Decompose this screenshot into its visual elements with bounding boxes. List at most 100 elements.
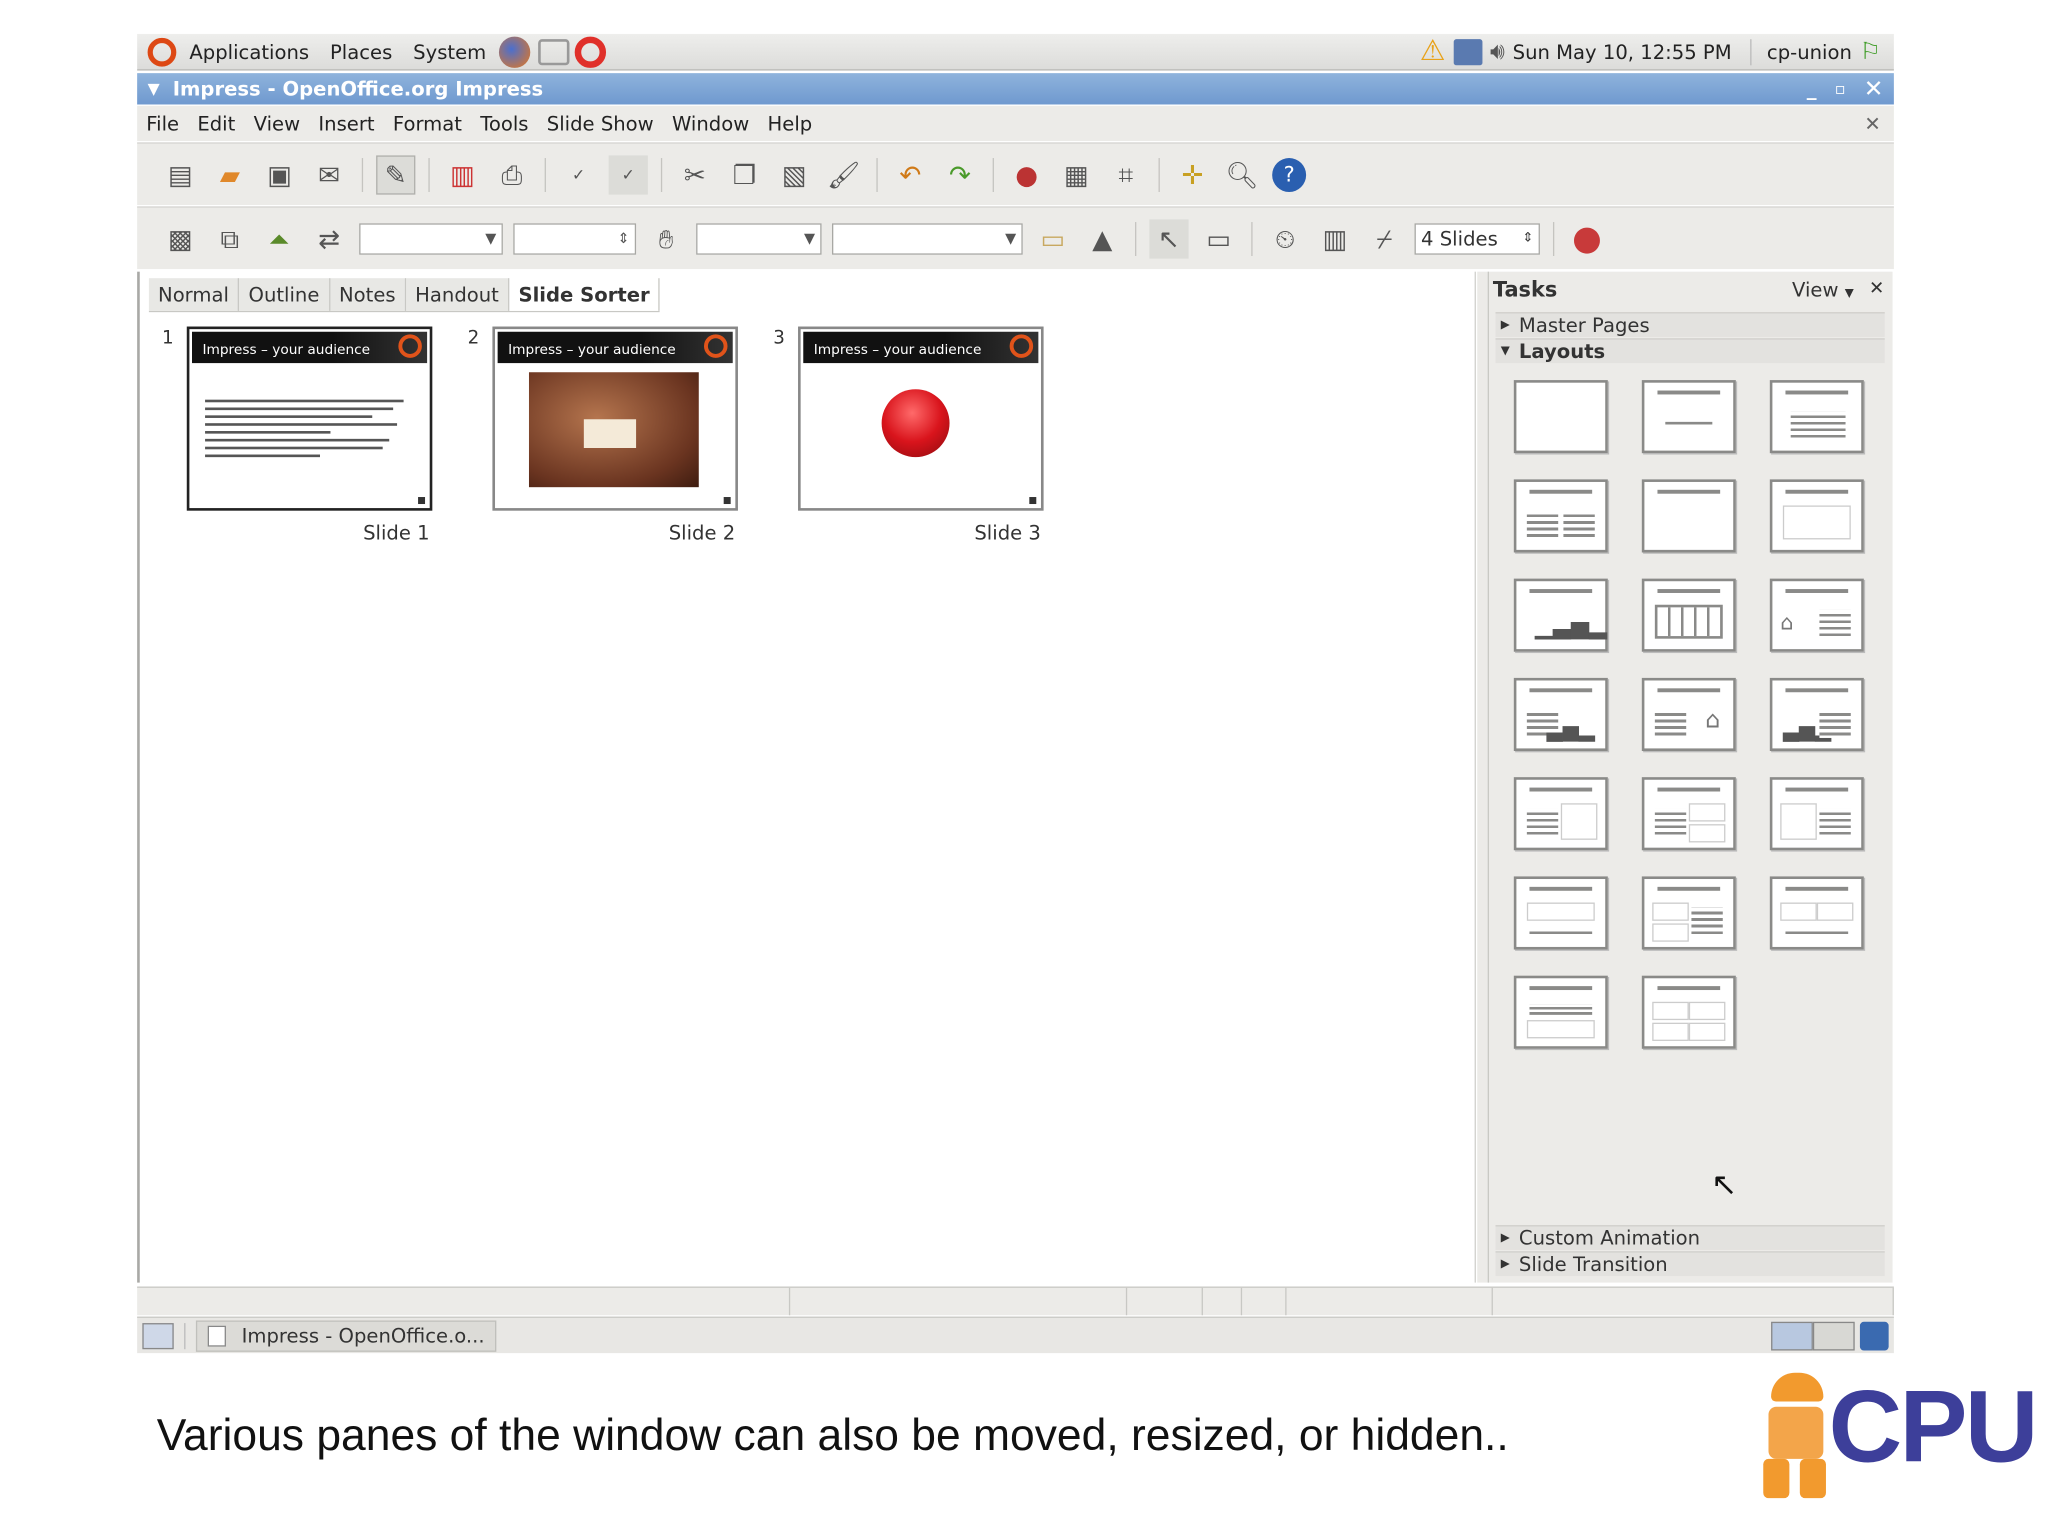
help-lifebuoy-icon[interactable] <box>575 35 607 68</box>
redo-icon[interactable]: ↷ <box>940 155 979 194</box>
menu-slide-show[interactable]: Slide Show <box>547 112 654 136</box>
layout-title-box[interactable] <box>1641 479 1736 553</box>
table-icon[interactable]: ▦ <box>1057 155 1096 194</box>
duplicate-slide-icon[interactable]: ⧉ <box>210 219 249 258</box>
layout-title-image-content[interactable]: ⌂ <box>1769 578 1864 652</box>
tab-notes[interactable]: Notes <box>329 278 407 311</box>
window-menu-icon[interactable]: ▼ <box>148 80 160 98</box>
maximize-icon[interactable]: ▫ <box>1835 80 1846 98</box>
system-menu[interactable]: System <box>413 40 486 64</box>
applications-menu[interactable]: Applications <box>189 40 309 64</box>
layout-title-chart[interactable]: ▁▃▅▂ <box>1513 578 1608 652</box>
layout-title-chart-content[interactable]: ▃▅▂ <box>1769 677 1864 752</box>
user-name[interactable]: cp-union <box>1767 40 1852 64</box>
section-layouts[interactable]: ▼ Layouts <box>1495 338 1885 364</box>
layout-title-box-2[interactable] <box>1769 479 1864 553</box>
undo-icon[interactable]: ↶ <box>891 155 930 194</box>
copy-icon[interactable]: ❐ <box>725 155 764 194</box>
tab-handout[interactable]: Handout <box>406 278 510 311</box>
chart-icon[interactable]: ● <box>1007 155 1046 194</box>
tasks-view-menu[interactable]: View ▼ <box>1792 278 1854 302</box>
arrow-style-icon[interactable]: ⇄ <box>310 219 349 258</box>
quit-icon[interactable]: ⚐ <box>1860 38 1881 65</box>
layout-title-content-2-objects[interactable] <box>1641 777 1736 851</box>
trash-icon[interactable] <box>1859 1321 1889 1350</box>
warning-icon[interactable]: ⚠ <box>1420 35 1446 68</box>
area-fill-combo[interactable]: ▼ <box>831 222 1023 255</box>
paste-icon[interactable]: ▧ <box>775 155 814 194</box>
slide-2-thumbnail[interactable]: Impress – your audience ■ <box>492 326 738 511</box>
layout-title-spreadsheet[interactable] <box>1641 578 1736 652</box>
close-tasks-icon[interactable]: ✕ <box>1869 278 1884 299</box>
mail-icon[interactable] <box>538 38 570 65</box>
layout-title-content-chart[interactable]: ▃▅▂ <box>1513 677 1608 752</box>
line-style-combo[interactable]: ▼ <box>359 222 503 255</box>
layout-title-4-objects[interactable] <box>1641 975 1736 1049</box>
layout-title-2-objects-content[interactable] <box>1641 876 1736 950</box>
clock[interactable]: Sun May 10, 12:55 PM <box>1513 40 1732 64</box>
select-pointer-icon[interactable]: ↖ <box>1149 218 1189 258</box>
menu-window[interactable]: Window <box>672 112 749 136</box>
close-window-icon[interactable]: ✕ <box>1864 75 1884 102</box>
workspace-switcher-2[interactable] <box>1812 1321 1855 1350</box>
menu-format[interactable]: Format <box>393 112 462 136</box>
status-field-zoom[interactable] <box>1127 1287 1203 1316</box>
zoom-icon[interactable]: 🔍︎ <box>1223 155 1262 194</box>
tab-slide-sorter[interactable]: Slide Sorter <box>509 278 661 311</box>
volume-icon[interactable]: 🔊︎ <box>1490 38 1505 65</box>
tab-outline[interactable]: Outline <box>239 278 330 311</box>
show-desktop-icon[interactable] <box>142 1322 174 1349</box>
layout-blank[interactable] <box>1513 380 1608 454</box>
slide-show-icon[interactable]: ▭ <box>1199 219 1238 258</box>
export-pdf-icon[interactable]: ▥ <box>443 155 482 194</box>
menu-insert[interactable]: Insert <box>318 112 374 136</box>
new-document-icon[interactable]: ▤ <box>161 155 200 194</box>
show-hide-slide-icon[interactable]: ▥ <box>1315 219 1354 258</box>
pane-splitter[interactable] <box>1477 271 1488 1283</box>
section-master-pages[interactable]: ▶ Master Pages <box>1495 312 1885 337</box>
line-width-spin[interactable]: ⇕ <box>513 222 637 255</box>
email-icon[interactable]: ✉ <box>310 155 349 194</box>
menu-file[interactable]: File <box>146 112 179 136</box>
ubuntu-logo-icon[interactable] <box>147 37 177 66</box>
layout-title-object-over-content[interactable] <box>1513 876 1608 950</box>
navigator-icon[interactable]: ✛ <box>1173 155 1212 194</box>
section-custom-animation[interactable]: ▶ Custom Animation <box>1495 1225 1885 1250</box>
menu-view[interactable]: View <box>254 112 301 136</box>
print-icon[interactable]: ⎙ <box>492 155 531 194</box>
slide-design-icon[interactable]: ▩ <box>161 219 200 258</box>
workspace-switcher-1[interactable] <box>1771 1321 1813 1350</box>
layout-title-content-over-object[interactable] <box>1513 975 1608 1049</box>
firefox-icon[interactable] <box>499 35 531 68</box>
format-paintbrush-icon[interactable]: 🖌︎ <box>824 155 863 194</box>
tab-normal[interactable]: Normal <box>148 278 240 311</box>
display-grid-icon[interactable]: ⌗ <box>1106 155 1145 194</box>
close-document-icon[interactable]: ✕ <box>1864 112 1880 136</box>
line-color-icon[interactable]: ✋︎ <box>647 219 686 258</box>
places-menu[interactable]: Places <box>330 40 392 64</box>
autospellcheck-icon[interactable]: ✓ <box>608 154 648 194</box>
menu-tools[interactable]: Tools <box>480 112 528 136</box>
layout-title-content-image[interactable]: ⌂ <box>1641 677 1736 752</box>
section-slide-transition[interactable]: ▶ Slide Transition <box>1495 1251 1885 1277</box>
record-button-icon[interactable]: ● <box>1567 219 1606 258</box>
transition-icon[interactable]: ⌿ <box>1365 219 1404 258</box>
slide-3-thumbnail[interactable]: Impress – your audience ■ <box>798 326 1044 511</box>
open-folder-icon[interactable]: ▰ <box>210 155 249 194</box>
minimize-icon[interactable]: _ <box>1807 77 1817 101</box>
area-style-combo[interactable]: ▼ <box>696 222 822 255</box>
shadow-icon[interactable]: ▭ <box>1033 219 1072 258</box>
menu-edit[interactable]: Edit <box>197 112 235 136</box>
layout-title-content-object[interactable] <box>1513 777 1608 851</box>
taskbar-item-impress[interactable]: Impress - OpenOffice.o... <box>195 1319 497 1352</box>
layout-title-object-content[interactable] <box>1769 777 1864 851</box>
menu-help[interactable]: Help <box>768 112 813 136</box>
edit-file-icon[interactable]: ✎ <box>376 154 416 194</box>
rehearse-timings-icon[interactable]: ⏲ <box>1266 219 1305 258</box>
slide-1-thumbnail[interactable]: Impress – your audience ■ <box>186 326 433 511</box>
help-icon[interactable]: ? <box>1272 157 1307 192</box>
save-icon[interactable]: ▣ <box>260 155 299 194</box>
spellcheck-icon[interactable]: ✓ <box>559 155 598 194</box>
3d-object-icon[interactable]: ▲ <box>1083 219 1122 258</box>
network-icon[interactable] <box>1453 38 1483 65</box>
